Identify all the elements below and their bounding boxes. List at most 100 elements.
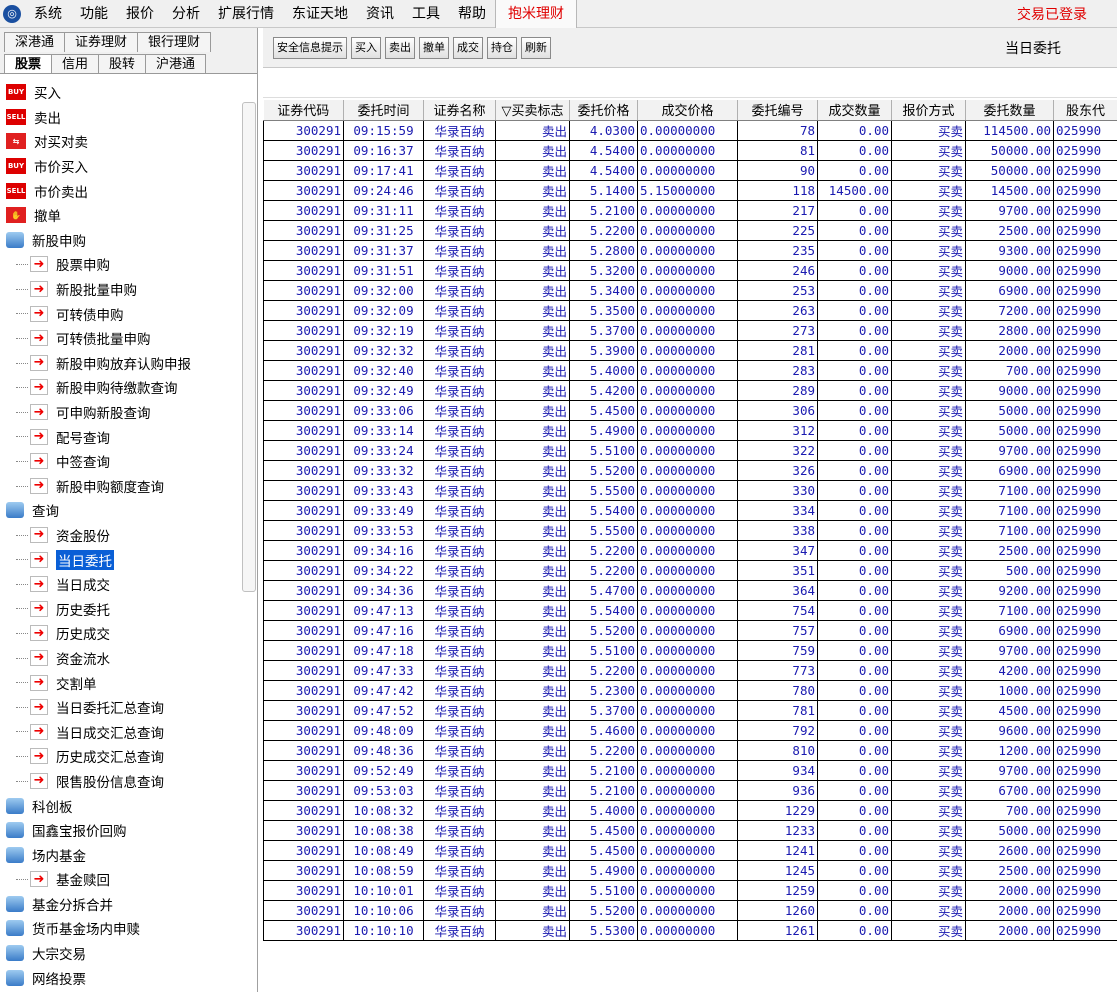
tree-item[interactable]: ➜ 当日委托 — [0, 547, 257, 572]
toolbar-button[interactable]: 卖出 — [385, 36, 415, 59]
table-row[interactable]: 300291 09:17:41 华录百纳 卖出 4.5400 0.00000000 90 0.… — [263, 159, 1117, 181]
tree-item[interactable]: ➜ 股票申购 — [0, 252, 257, 277]
tree-item[interactable]: SELL 市价卖出 — [0, 178, 257, 203]
table-row[interactable]: 300291 09:47:18 华录百纳 卖出 5.5100 0.00000000 759 0… — [263, 639, 1117, 661]
table-row[interactable]: 300291 09:31:11 华录百纳 卖出 5.2100 0.00000000 217 0… — [263, 199, 1117, 221]
sidebar-tab[interactable]: 股转 — [98, 54, 147, 73]
tree-item[interactable]: ➜ 历史成交 — [0, 621, 257, 646]
column-header[interactable]: 成交数量 — [817, 100, 892, 121]
table-row[interactable]: 300291 10:08:49 华录百纳 卖出 5.4500 0.00000000 1241… — [263, 839, 1117, 861]
menu-item-highlight[interactable]: 抱米理财 — [495, 0, 577, 28]
menu-item[interactable]: 资讯 — [357, 0, 403, 28]
table-row[interactable]: 300291 09:47:16 华录百纳 卖出 5.5200 0.00000000 757 0… — [263, 619, 1117, 641]
table-row[interactable]: 300291 10:08:38 华录百纳 卖出 5.4500 0.00000000 1233… — [263, 819, 1117, 841]
table-row[interactable]: 300291 10:08:32 华录百纳 卖出 5.4000 0.00000000 1229… — [263, 799, 1117, 821]
menu-item[interactable]: 功能 — [71, 0, 117, 28]
tree-item[interactable]: ➜ 当日成交 — [0, 572, 257, 597]
sidebar-tab[interactable]: 证券理财 — [64, 32, 139, 52]
tree-item[interactable]: 新股申购 — [0, 228, 257, 253]
tree-item[interactable]: ➜ 历史委托 — [0, 596, 257, 621]
tree-item[interactable]: BUY 买入 — [0, 80, 257, 105]
menu-item[interactable]: 分析 — [163, 0, 209, 28]
table-row[interactable]: 300291 10:10:01 华录百纳 卖出 5.5100 0.00000000 1259… — [263, 879, 1117, 901]
table-row[interactable]: 300291 09:48:09 华录百纳 卖出 5.4600 0.00000000 792 0… — [263, 719, 1117, 741]
table-row[interactable]: 300291 09:33:53 华录百纳 卖出 5.5500 0.00000000 338 0… — [263, 519, 1117, 541]
table-row[interactable]: 300291 09:24:46 华录百纳 卖出 5.1400 5.15000000 118 1… — [263, 179, 1117, 201]
table-row[interactable]: 300291 09:33:43 华录百纳 卖出 5.5500 0.00000000 330 0… — [263, 479, 1117, 501]
table-row[interactable]: 300291 09:15:59 华录百纳 卖出 4.0300 0.00000000 78 0.… — [263, 119, 1117, 141]
column-header[interactable]: ▽买卖标志 — [495, 100, 570, 121]
toolbar-button[interactable]: 成交 — [453, 36, 483, 59]
table-row[interactable]: 300291 09:53:03 华录百纳 卖出 5.2100 0.00000000 936 0… — [263, 779, 1117, 801]
sidebar-scrollbar[interactable] — [242, 102, 256, 592]
column-header[interactable]: 成交价格 — [637, 100, 738, 121]
tree-item[interactable]: 货币基金场内申赎 — [0, 916, 257, 941]
column-header[interactable]: 证券名称 — [423, 100, 496, 121]
tree-item[interactable]: SELL 卖出 — [0, 105, 257, 130]
menu-item[interactable]: 系统 — [25, 0, 71, 28]
table-row[interactable]: 300291 09:34:36 华录百纳 卖出 5.4700 0.00000000 364 0… — [263, 579, 1117, 601]
table-row[interactable]: 300291 10:08:59 华录百纳 卖出 5.4900 0.00000000 1245… — [263, 859, 1117, 881]
sidebar-tab[interactable]: 股票 — [4, 54, 53, 73]
tree-item[interactable]: ➜ 基金赎回 — [0, 867, 257, 892]
toolbar-button[interactable]: 撤单 — [419, 36, 449, 59]
tree-item[interactable]: BUY 市价买入 — [0, 154, 257, 179]
column-header[interactable]: 委托时间 — [343, 100, 424, 121]
table-row[interactable]: 300291 09:32:32 华录百纳 卖出 5.3900 0.00000000 281 0… — [263, 339, 1117, 361]
column-header[interactable]: 委托数量 — [965, 100, 1054, 121]
table-row[interactable]: 300291 09:32:09 华录百纳 卖出 5.3500 0.00000000 263 0… — [263, 299, 1117, 321]
column-header[interactable]: 委托价格 — [569, 100, 638, 121]
tree-item[interactable]: 查询 — [0, 498, 257, 523]
table-row[interactable]: 300291 09:48:36 华录百纳 卖出 5.2200 0.00000000 810 0… — [263, 739, 1117, 761]
table-row[interactable]: 300291 09:33:32 华录百纳 卖出 5.5200 0.00000000 326 0… — [263, 459, 1117, 481]
sidebar-tab[interactable]: 沪港通 — [145, 54, 207, 73]
table-row[interactable]: 300291 09:31:37 华录百纳 卖出 5.2800 0.00000000 235 0… — [263, 239, 1117, 261]
table-row[interactable]: 300291 09:47:52 华录百纳 卖出 5.3700 0.00000000 781 0… — [263, 699, 1117, 721]
table-row[interactable]: 300291 09:34:22 华录百纳 卖出 5.2200 0.00000000 351 0… — [263, 559, 1117, 581]
table-row[interactable]: 300291 09:47:13 华录百纳 卖出 5.5400 0.00000000 754 0… — [263, 599, 1117, 621]
tree-item[interactable]: ➜ 当日成交汇总查询 — [0, 719, 257, 744]
tree-item[interactable]: ➜ 可转债批量申购 — [0, 326, 257, 351]
table-row[interactable]: 300291 09:33:14 华录百纳 卖出 5.4900 0.00000000 312 0… — [263, 419, 1117, 441]
toolbar-button[interactable]: 安全信息提示 — [273, 36, 347, 59]
tree-item[interactable]: ➜ 配号查询 — [0, 424, 257, 449]
toolbar-button[interactable]: 刷新 — [521, 36, 551, 59]
tree-item[interactable]: 国鑫宝报价回购 — [0, 818, 257, 843]
table-row[interactable]: 300291 09:33:06 华录百纳 卖出 5.4500 0.00000000 306 0… — [263, 399, 1117, 421]
table-row[interactable]: 300291 09:33:49 华录百纳 卖出 5.5400 0.00000000 334 0… — [263, 499, 1117, 521]
tree-item[interactable]: ➜ 当日委托汇总查询 — [0, 695, 257, 720]
table-row[interactable]: 300291 09:31:25 华录百纳 卖出 5.2200 0.00000000 225 0… — [263, 219, 1117, 241]
tree-item[interactable]: ➜ 新股申购待缴款查询 — [0, 375, 257, 400]
table-row[interactable]: 300291 10:10:06 华录百纳 卖出 5.5200 0.00000000 1260… — [263, 899, 1117, 921]
table-row[interactable]: 300291 09:34:16 华录百纳 卖出 5.2200 0.00000000 347 0… — [263, 539, 1117, 561]
tree-item[interactable]: ➜ 新股批量申购 — [0, 277, 257, 302]
tree-item[interactable]: ➜ 中签查询 — [0, 449, 257, 474]
tree-item[interactable]: ✋ 撤单 — [0, 203, 257, 228]
tree-item[interactable]: ➜ 新股申购额度查询 — [0, 474, 257, 499]
tree-item[interactable]: ➜ 资金股份 — [0, 523, 257, 548]
table-row[interactable]: 300291 09:32:49 华录百纳 卖出 5.4200 0.00000000 289 0… — [263, 379, 1117, 401]
menu-item[interactable]: 东证天地 — [283, 0, 357, 28]
menu-item[interactable]: 工具 — [403, 0, 449, 28]
tree-item[interactable]: 网络投票 — [0, 965, 257, 990]
menu-item[interactable]: 帮助 — [449, 0, 495, 28]
table-row[interactable]: 300291 09:32:19 华录百纳 卖出 5.3700 0.00000000 273 0… — [263, 319, 1117, 341]
tree-item[interactable]: ➜ 交割单 — [0, 670, 257, 695]
tree-item[interactable]: ➜ 历史成交汇总查询 — [0, 744, 257, 769]
table-row[interactable]: 300291 10:10:10 华录百纳 卖出 5.5300 0.00000000 1261… — [263, 919, 1117, 941]
table-row[interactable]: 300291 09:32:40 华录百纳 卖出 5.4000 0.00000000 283 0… — [263, 359, 1117, 381]
table-row[interactable]: 300291 09:16:37 华录百纳 卖出 4.5400 0.00000000 81 0.… — [263, 139, 1117, 161]
tree-item[interactable]: ⇆ 对买对卖 — [0, 129, 257, 154]
table-row[interactable]: 300291 09:52:49 华录百纳 卖出 5.2100 0.00000000 934 0… — [263, 759, 1117, 781]
tree-item[interactable]: 基金分拆合并 — [0, 892, 257, 917]
tree-item[interactable]: 科创板 — [0, 793, 257, 818]
tree-item[interactable]: ➜ 资金流水 — [0, 646, 257, 671]
column-header[interactable]: 股东代 — [1053, 100, 1117, 121]
table-row[interactable]: 300291 09:33:24 华录百纳 卖出 5.5100 0.00000000 322 0… — [263, 439, 1117, 461]
column-header[interactable]: 报价方式 — [891, 100, 966, 121]
toolbar-button[interactable]: 买入 — [351, 36, 381, 59]
column-header[interactable]: 证券代码 — [263, 100, 344, 121]
tree-item[interactable]: 场内基金 — [0, 842, 257, 867]
toolbar-button[interactable]: 持仓 — [487, 36, 517, 59]
menu-item[interactable]: 扩展行情 — [209, 0, 283, 28]
